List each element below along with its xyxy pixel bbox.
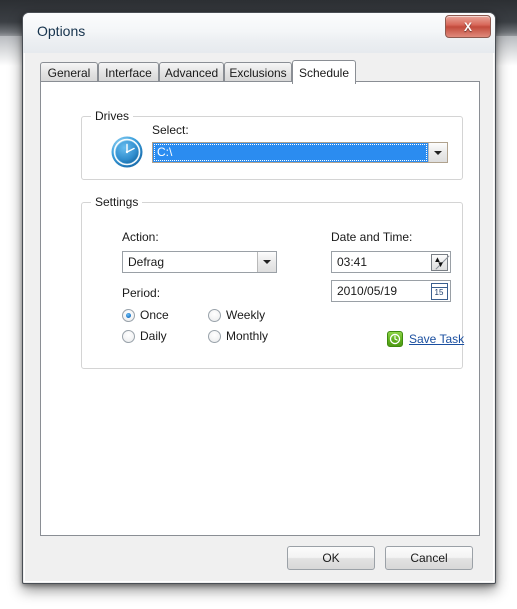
tab-exclusions[interactable]: Exclusions (224, 62, 292, 82)
radio-weekly-mark (208, 308, 221, 322)
drive-select-value: C:\ (153, 143, 428, 162)
save-task-action[interactable]: Save Task (387, 331, 464, 347)
drive-select-label: Select: (152, 123, 189, 137)
settings-group-legend: Settings (91, 195, 143, 209)
time-spinner[interactable]: ▲ ▼ (428, 252, 450, 272)
spinner-down-arrow: ▼ (436, 259, 445, 269)
updown-spinner-icon[interactable]: ▲ ▼ (430, 253, 448, 271)
radio-monthly[interactable]: Monthly (208, 329, 268, 343)
calendar-day: 15 (434, 287, 444, 297)
tab-general-label: General (47, 65, 91, 80)
radio-monthly-label: Monthly (226, 329, 269, 343)
green-clock-icon (387, 331, 403, 347)
tab-interface-label: Interface (105, 65, 152, 80)
radio-daily[interactable]: Daily (122, 329, 167, 343)
save-task-link[interactable]: Save Task (409, 332, 464, 346)
tab-general[interactable]: General (40, 62, 98, 82)
desktop-backdrop: Options X General Interface Advanced Exc… (0, 0, 517, 609)
date-field[interactable]: 2010/05/19 15 (331, 280, 451, 302)
tab-advanced[interactable]: Advanced (159, 62, 224, 82)
options-dialog-window: Options X General Interface Advanced Exc… (22, 12, 496, 584)
datetime-label: Date and Time: (331, 230, 413, 244)
time-field[interactable]: 03:41 ▲ ▼ (331, 251, 451, 273)
time-value: 03:41 (337, 255, 368, 269)
calendar-icon[interactable]: 15 (430, 282, 448, 300)
drives-group-legend: Drives (91, 109, 134, 123)
close-button[interactable]: X (445, 15, 491, 38)
date-picker-button[interactable]: 15 (428, 281, 450, 301)
tab-exclusions-label: Exclusions (229, 65, 287, 80)
ok-button[interactable]: OK (287, 546, 375, 570)
chevron-down-icon (434, 150, 442, 155)
tab-schedule[interactable]: Schedule (292, 60, 356, 84)
date-value: 2010/05/19 (337, 284, 398, 298)
radio-daily-label: Daily (140, 329, 167, 343)
window-title: Options (37, 23, 86, 39)
drives-group: Drives Select: C:\ (81, 109, 463, 180)
tab-interface[interactable]: Interface (98, 62, 159, 82)
drive-select-dropdown-button[interactable] (428, 143, 447, 162)
radio-once[interactable]: Once (122, 308, 169, 322)
period-label: Period: (122, 286, 161, 300)
close-icon: X (463, 19, 472, 34)
schedule-tab-panel: Drives Select: C:\ Settings Action: Defr… (40, 81, 480, 536)
radio-monthly-mark (208, 329, 221, 343)
radio-daily-mark (122, 329, 135, 343)
title-bar: Options X (23, 13, 495, 53)
radio-once-label: Once (140, 308, 169, 322)
action-combobox[interactable]: Defrag (122, 251, 277, 273)
cancel-button[interactable]: Cancel (385, 546, 473, 570)
chevron-down-icon (263, 260, 271, 264)
action-label: Action: (122, 230, 159, 244)
radio-weekly[interactable]: Weekly (208, 308, 265, 322)
tab-schedule-label: Schedule (298, 65, 350, 80)
action-value: Defrag (128, 255, 165, 269)
drive-select-combobox[interactable]: C:\ (152, 142, 448, 163)
settings-group: Settings Action: Defrag Period: Once Wee… (81, 195, 464, 369)
cancel-button-label: Cancel (410, 551, 448, 565)
tab-advanced-label: Advanced (164, 65, 219, 80)
radio-once-mark (122, 308, 135, 322)
clock-disk-icon (111, 136, 143, 168)
ok-button-label: OK (322, 551, 340, 565)
radio-weekly-label: Weekly (226, 308, 266, 322)
action-dropdown-button[interactable] (257, 252, 276, 272)
tab-strip: General Interface Advanced Exclusions Sc… (40, 60, 480, 84)
